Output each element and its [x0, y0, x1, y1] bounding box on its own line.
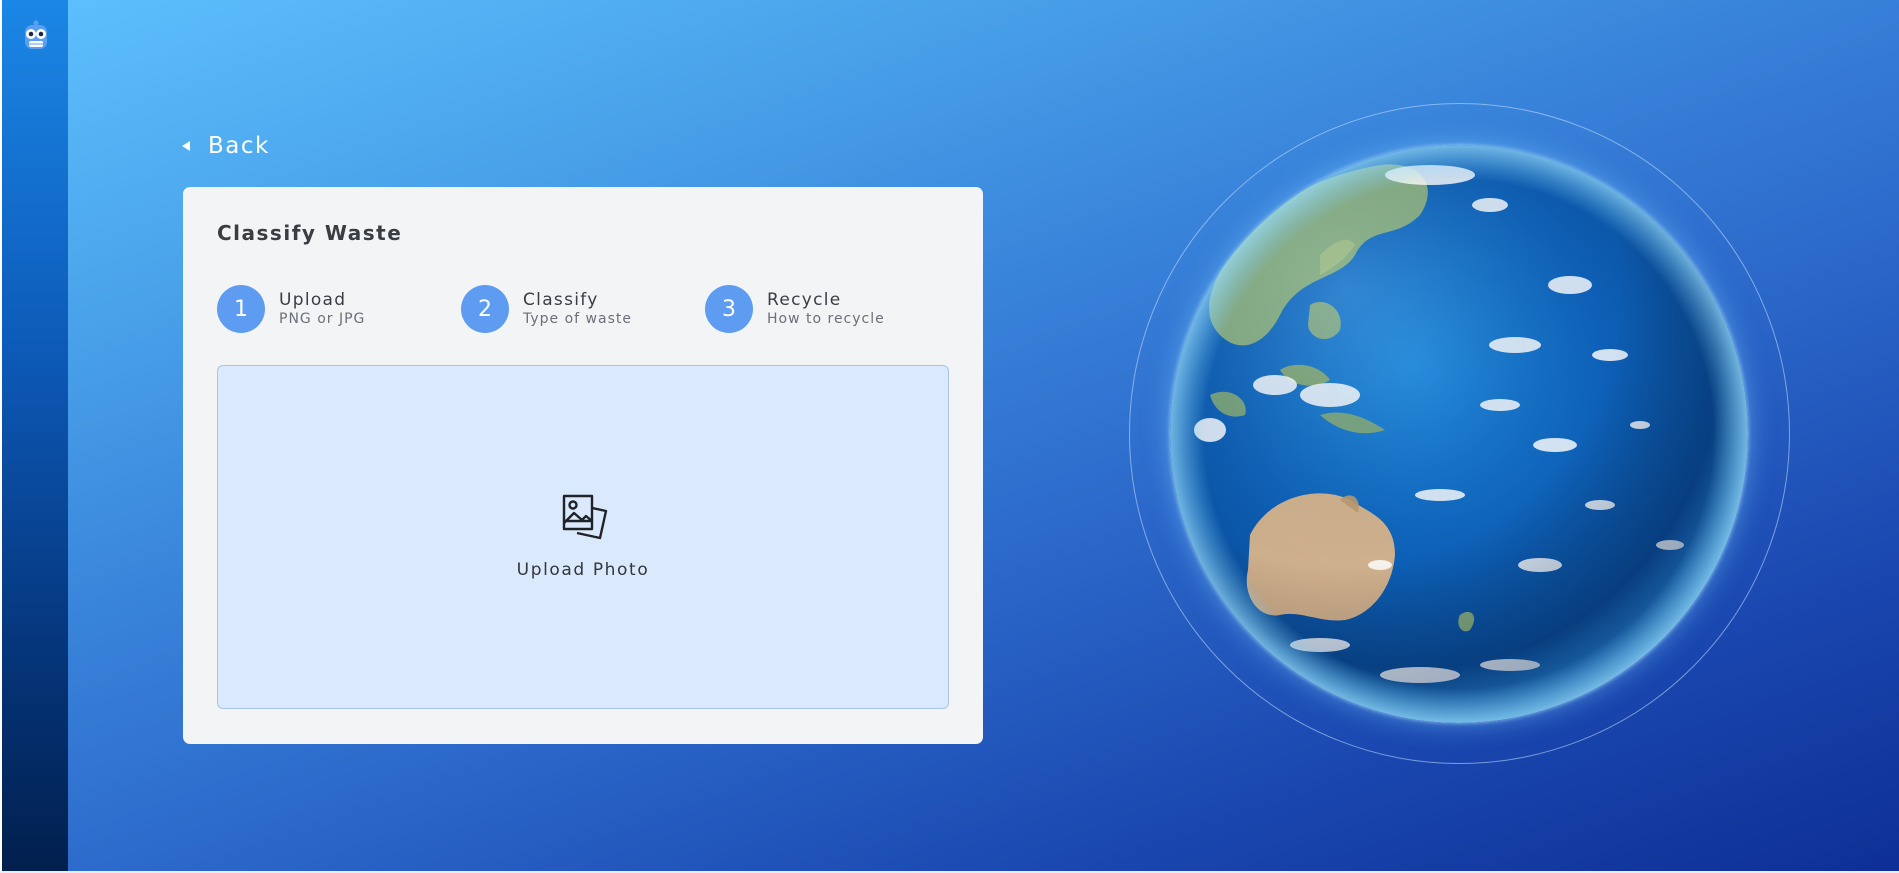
photos-icon: [562, 494, 608, 540]
owl-logo-icon[interactable]: [22, 20, 50, 52]
step-subtitle: Type of waste: [523, 311, 632, 327]
earth-globe: [1170, 145, 1748, 723]
caret-left-icon: [182, 141, 190, 151]
upload-label: Upload Photo: [516, 560, 650, 580]
step-upload: 1 Upload PNG or JPG: [217, 284, 365, 334]
step-title: Recycle: [767, 290, 842, 310]
back-button[interactable]: Back: [182, 128, 270, 164]
step-recycle: 3 Recycle How to recycle: [705, 284, 885, 334]
step-number: 3: [705, 285, 753, 333]
back-label: Back: [208, 133, 270, 159]
step-subtitle: How to recycle: [767, 311, 885, 327]
step-title: Upload: [279, 290, 347, 310]
classify-card: Classify Waste 1 Upload PNG or JPG 2 Cla…: [183, 187, 983, 744]
sidebar: [2, 0, 68, 873]
steps: 1 Upload PNG or JPG 2 Classify Type of w…: [217, 284, 957, 334]
step-title: Classify: [523, 290, 599, 310]
step-classify: 2 Classify Type of waste: [461, 284, 632, 334]
step-subtitle: PNG or JPG: [279, 311, 366, 327]
card-title: Classify Waste: [217, 221, 403, 245]
upload-dropzone[interactable]: Upload Photo: [217, 365, 949, 709]
step-number: 1: [217, 285, 265, 333]
step-number: 2: [461, 285, 509, 333]
